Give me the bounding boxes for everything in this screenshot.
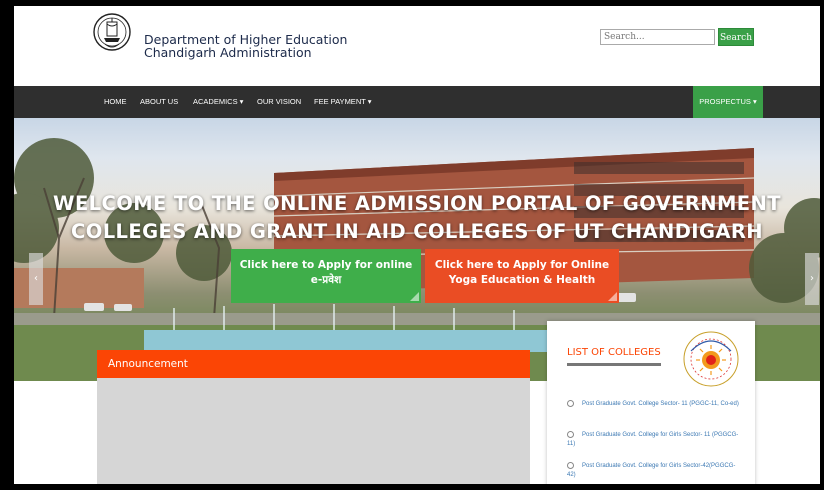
apply-yoga-button[interactable]: Click here to Apply for Online Yoga Educ… — [425, 249, 619, 303]
college-link-label: Post Graduate Govt. College for Girls Se… — [567, 463, 736, 479]
hero-title: WELCOME TO THE ONLINE ADMISSION PORTAL O… — [14, 190, 820, 246]
hero-title-line2: COLLEGES AND GRANT IN AID COLLEGES OF UT… — [71, 220, 763, 243]
college-link-pggcg-11[interactable]: Post Graduate Govt. College for Girls Se… — [567, 431, 743, 449]
announcement-panel: Announcement — [97, 350, 530, 484]
college-seal-icon — [681, 329, 741, 389]
corner-triangle-icon — [608, 292, 617, 301]
main-nav: HOME ABOUT US ACADEMICS ▾ OUR VISION FEE… — [14, 86, 820, 118]
screenshot-frame: Department of Higher Education Chandigar… — [0, 0, 824, 490]
apply-yoga-line2: Yoga Education & Health — [448, 274, 596, 286]
chevron-left-icon[interactable]: ‹ — [29, 253, 43, 305]
page: Department of Higher Education Chandigar… — [14, 6, 820, 484]
search-input[interactable]: Search... — [600, 29, 715, 45]
site-header: Department of Higher Education Chandigar… — [14, 6, 820, 86]
college-link-label: Post Graduate Govt. College for Girls Se… — [567, 432, 739, 448]
hero-title-line1: WELCOME TO THE ONLINE ADMISSION PORTAL O… — [53, 192, 781, 215]
college-link-pggc-11[interactable]: Post Graduate Govt. College Sector- 11 (… — [567, 400, 743, 409]
nav-item-prospectus[interactable]: PROSPECTUS ▾ — [693, 86, 763, 118]
search-button[interactable]: Search — [718, 28, 754, 46]
nav-item-about-us[interactable]: ABOUT US — [140, 86, 178, 118]
apply-online-line2: e-प्रवेश — [310, 274, 342, 286]
colleges-panel: LIST OF COLLEGES Post Graduate Govt. Col… — [547, 321, 755, 484]
announcement-title: Announcement — [97, 350, 530, 378]
nav-item-home[interactable]: HOME — [104, 86, 127, 118]
org-name-line2: Chandigarh Administration — [144, 45, 312, 60]
nav-item-fee-payment[interactable]: FEE PAYMENT ▾ — [314, 86, 372, 118]
chevron-right-icon[interactable]: › — [805, 253, 819, 305]
apply-yoga-line1: Click here to Apply for Online — [434, 259, 610, 271]
emblem-logo-icon[interactable] — [92, 10, 132, 58]
bullet-circle-icon — [567, 462, 574, 469]
nav-item-academics[interactable]: ACADEMICS ▾ — [193, 86, 243, 118]
apply-online-line1: Click here to Apply for online — [239, 259, 413, 271]
org-name[interactable]: Department of Higher Education Chandigar… — [144, 33, 347, 59]
apply-online-button[interactable]: Click here to Apply for online e-प्रवेश — [231, 249, 421, 303]
corner-triangle-icon — [410, 292, 419, 301]
college-link-pggcg-42[interactable]: Post Graduate Govt. College for Girls Se… — [567, 462, 743, 480]
bullet-circle-icon — [567, 431, 574, 438]
college-link-label: Post Graduate Govt. College Sector- 11 (… — [582, 401, 739, 408]
colleges-title-underline — [567, 363, 661, 366]
nav-item-our-vision[interactable]: OUR VISION — [257, 86, 301, 118]
bullet-circle-icon — [567, 400, 574, 407]
colleges-title: LIST OF COLLEGES — [567, 347, 661, 358]
